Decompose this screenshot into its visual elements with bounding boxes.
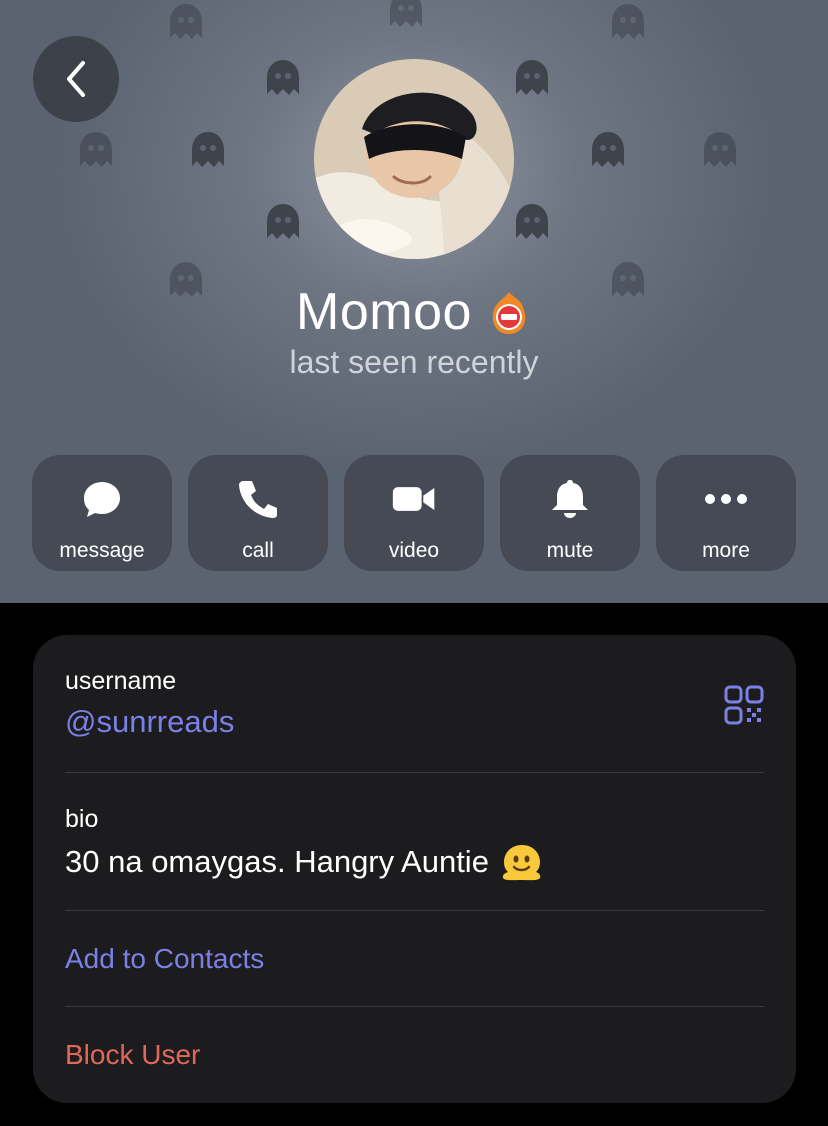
call-label: call — [242, 539, 274, 562]
bio-row: bio 30 na omaygas. Hangry Auntie — [65, 805, 764, 882]
phone-icon — [239, 481, 277, 518]
call-button[interactable]: call — [188, 455, 328, 571]
bio-label: bio — [65, 805, 99, 833]
add-contact-row[interactable]: Add to Contacts — [65, 943, 764, 975]
mute-button[interactable]: mute — [500, 455, 640, 571]
qr-code-icon[interactable] — [724, 685, 764, 725]
video-label: video — [388, 539, 440, 562]
username-label: username — [65, 667, 177, 695]
last-seen-status: last seen recently — [289, 344, 539, 380]
divider — [65, 1006, 764, 1007]
profile-header: Momoo last seen recently message call vi… — [0, 0, 828, 603]
action-buttons: message call video mute more — [32, 455, 796, 571]
name-row: Momoo — [0, 280, 828, 344]
video-button[interactable]: video — [344, 455, 484, 571]
message-button[interactable]: message — [32, 455, 172, 571]
fire-stop-sign-emoji — [492, 292, 526, 334]
block-user-link[interactable]: Block User — [65, 1039, 200, 1070]
divider — [65, 910, 764, 911]
melting-face-emoji — [502, 845, 541, 881]
block-user-row[interactable]: Block User — [65, 1039, 764, 1071]
avatar[interactable] — [314, 59, 514, 259]
username-row[interactable]: username @sunrreads — [65, 667, 764, 740]
ellipsis-icon — [705, 494, 747, 504]
video-camera-icon — [392, 487, 435, 511]
chevron-left-icon — [67, 61, 85, 97]
profile-info-card: username @sunrreads bio 30 na omaygas. H… — [33, 635, 796, 1103]
profile-name: Momoo — [296, 283, 472, 341]
mute-label: mute — [546, 539, 594, 562]
more-button[interactable]: more — [656, 455, 796, 571]
divider — [65, 772, 764, 773]
username-value[interactable]: @sunrreads — [65, 704, 764, 740]
avatar-photo — [314, 59, 514, 259]
add-to-contacts-link[interactable]: Add to Contacts — [65, 943, 264, 974]
bell-icon — [552, 480, 588, 518]
back-button[interactable] — [33, 36, 119, 122]
more-label: more — [702, 539, 750, 562]
chat-bubble-icon — [84, 482, 120, 517]
bio-text: 30 na omaygas. Hangry Auntie — [65, 844, 489, 879]
message-label: message — [59, 539, 145, 562]
